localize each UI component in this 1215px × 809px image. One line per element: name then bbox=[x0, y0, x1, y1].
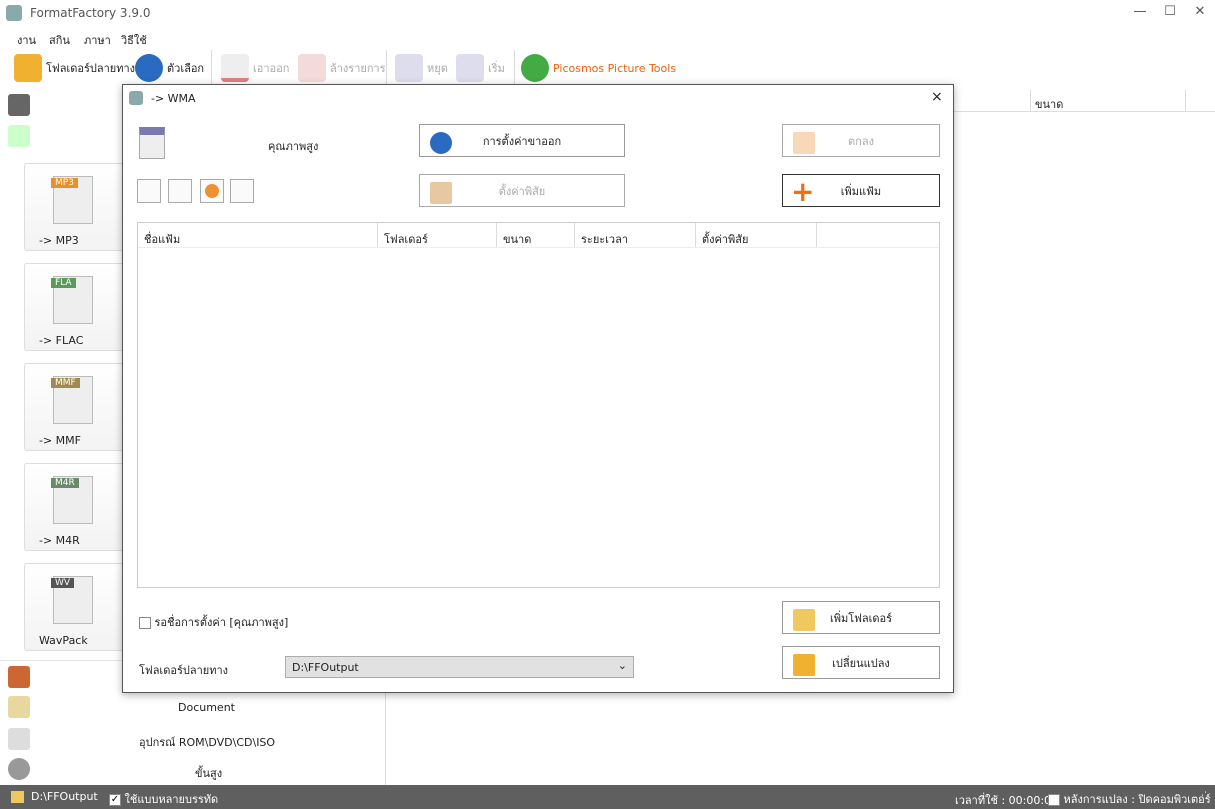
after-convert-checkbox[interactable]: หลังการแปลง : ปิดคอมพิวเตอร์ bbox=[1048, 790, 1211, 808]
close-button[interactable]: ✕ bbox=[1185, 4, 1215, 19]
gear-icon bbox=[135, 54, 163, 82]
dialog-icon bbox=[129, 91, 143, 105]
remove-file-icon bbox=[221, 54, 249, 82]
size-column-header[interactable]: ขนาด bbox=[1035, 95, 1063, 113]
convert-wavpack-card[interactable]: WV WavPack bbox=[24, 563, 132, 651]
maximize-button[interactable]: ☐ bbox=[1155, 4, 1185, 19]
document-icon[interactable] bbox=[8, 696, 30, 718]
category-rom[interactable]: อุปกรณ์ ROM\DVD\CD\ISO bbox=[139, 733, 275, 751]
disc-drive-icon[interactable] bbox=[8, 728, 30, 750]
column-folder[interactable]: โฟลเดอร์ bbox=[378, 223, 497, 247]
quality-label: คุณภาพสูง bbox=[268, 140, 319, 153]
task-list-header: ขนาด bbox=[950, 90, 1215, 112]
convert-mmf-card[interactable]: MMF -> MMF bbox=[24, 363, 132, 451]
delete-file-small-button[interactable] bbox=[168, 179, 192, 203]
column-filename[interactable]: ชื่อแฟ้ม bbox=[138, 223, 378, 247]
resize-grip[interactable]: ⋰ bbox=[1198, 791, 1207, 801]
add-file-button[interactable]: + เพิ่มแฟ้ม bbox=[782, 174, 940, 207]
column-size[interactable]: ขนาด bbox=[497, 223, 575, 247]
convert-flac-card[interactable]: FLA -> FLAC bbox=[24, 263, 132, 351]
clear-icon bbox=[298, 54, 326, 82]
column-clip[interactable]: ตั้งค่าพิสัย bbox=[696, 223, 817, 247]
plus-icon: + bbox=[791, 175, 815, 208]
chevron-down-icon: ⌄ bbox=[617, 659, 627, 672]
output-folder-button[interactable]: โฟลเดอร์ปลายทาง bbox=[14, 52, 135, 84]
remove-file-small-button[interactable] bbox=[137, 179, 161, 203]
ok-button[interactable]: ตกลง bbox=[782, 124, 940, 157]
menu-skin[interactable]: สกิน bbox=[49, 31, 70, 49]
start-icon bbox=[456, 54, 484, 82]
status-bar: D:\FFOutput ✓ ใช้แบบหลายบรรทัด เวลาที่ใช… bbox=[0, 785, 1215, 809]
film-reel-icon[interactable] bbox=[8, 758, 30, 780]
title-bar: FormatFactory 3.9.0 — ☐ ✕ bbox=[0, 0, 1215, 26]
picosmos-button[interactable]: Picosmos Picture Tools bbox=[521, 52, 676, 84]
video-category-icon[interactable] bbox=[8, 94, 30, 116]
wait-setting-checkbox[interactable]: รอชื่อการตั้งค่า [คุณภาพสูง] bbox=[139, 613, 288, 631]
checkbox-box bbox=[139, 617, 151, 629]
checkbox-box: ✓ bbox=[109, 794, 121, 806]
folder-icon bbox=[793, 654, 815, 676]
destination-select[interactable]: D:\FFOutput ⌄ bbox=[285, 656, 634, 678]
divider bbox=[1185, 90, 1186, 112]
wma-dialog: -> WMA × คุณภาพสูง การตั้งค่าขาออก ตกลง … bbox=[122, 84, 954, 693]
status-output-folder[interactable]: D:\FFOutput bbox=[31, 790, 98, 803]
folder-add-icon bbox=[793, 609, 815, 631]
folder-icon bbox=[11, 791, 24, 803]
menu-help[interactable]: วิธีใช้ bbox=[121, 31, 147, 49]
globe-search-icon bbox=[521, 54, 549, 82]
audio-category-icon[interactable] bbox=[8, 125, 30, 147]
play-small-button[interactable] bbox=[200, 179, 224, 203]
elapsed-time: เวลาที่ใช้ : 00:00:00 bbox=[955, 794, 1059, 807]
folder-icon bbox=[14, 54, 42, 82]
divider bbox=[1030, 90, 1031, 112]
gear-icon bbox=[430, 132, 452, 154]
checkbox-box bbox=[1048, 794, 1060, 806]
clip-range-button[interactable]: ตั้งค่าพิสัย bbox=[419, 174, 625, 207]
info-small-button[interactable] bbox=[230, 179, 254, 203]
file-list-table[interactable]: ชื่อแฟ้ม โฟลเดอร์ ขนาด ระยะเวลา ตั้งค่าพ… bbox=[137, 222, 940, 588]
column-duration[interactable]: ระยะเวลา bbox=[575, 223, 696, 247]
picture-category-icon[interactable] bbox=[8, 666, 30, 688]
remove-button[interactable]: เอาออก bbox=[221, 52, 289, 84]
app-title: FormatFactory 3.9.0 bbox=[30, 6, 151, 20]
app-icon bbox=[6, 5, 22, 21]
clear-list-button[interactable]: ล้างรายการ bbox=[298, 52, 386, 84]
stop-icon bbox=[395, 54, 423, 82]
output-settings-button[interactable]: การตั้งค่าขาออก bbox=[419, 124, 625, 157]
menu-language[interactable]: ภาษา bbox=[84, 31, 111, 49]
stop-button[interactable]: หยุด bbox=[395, 52, 448, 84]
options-button[interactable]: ตัวเลือก bbox=[135, 52, 204, 84]
start-button[interactable]: เริ่ม bbox=[456, 52, 505, 84]
divider bbox=[211, 50, 212, 86]
divider bbox=[138, 247, 939, 248]
divider bbox=[386, 50, 387, 86]
convert-button[interactable]: เปลี่ยนแปลง bbox=[782, 646, 940, 679]
multithread-checkbox[interactable]: ✓ ใช้แบบหลายบรรทัด bbox=[109, 790, 218, 808]
category-document[interactable]: Document bbox=[178, 701, 235, 714]
dialog-close-button[interactable]: × bbox=[931, 89, 943, 105]
divider bbox=[514, 50, 515, 86]
convert-m4r-card[interactable]: M4R -> M4R bbox=[24, 463, 132, 551]
dialog-title: -> WMA bbox=[151, 92, 196, 105]
category-advanced[interactable]: ขั้นสูง bbox=[195, 764, 222, 782]
destination-label: โฟลเดอร์ปลายทาง bbox=[139, 664, 228, 677]
convert-mp3-card[interactable]: MP3 -> MP3 bbox=[24, 163, 132, 251]
minimize-button[interactable]: — bbox=[1125, 4, 1155, 19]
arrow-right-icon bbox=[793, 132, 815, 154]
wma-file-icon bbox=[139, 127, 165, 159]
menu-task[interactable]: งาน bbox=[17, 31, 36, 49]
film-scissors-icon bbox=[430, 182, 452, 204]
add-folder-button[interactable]: เพิ่มโฟลเดอร์ bbox=[782, 601, 940, 634]
